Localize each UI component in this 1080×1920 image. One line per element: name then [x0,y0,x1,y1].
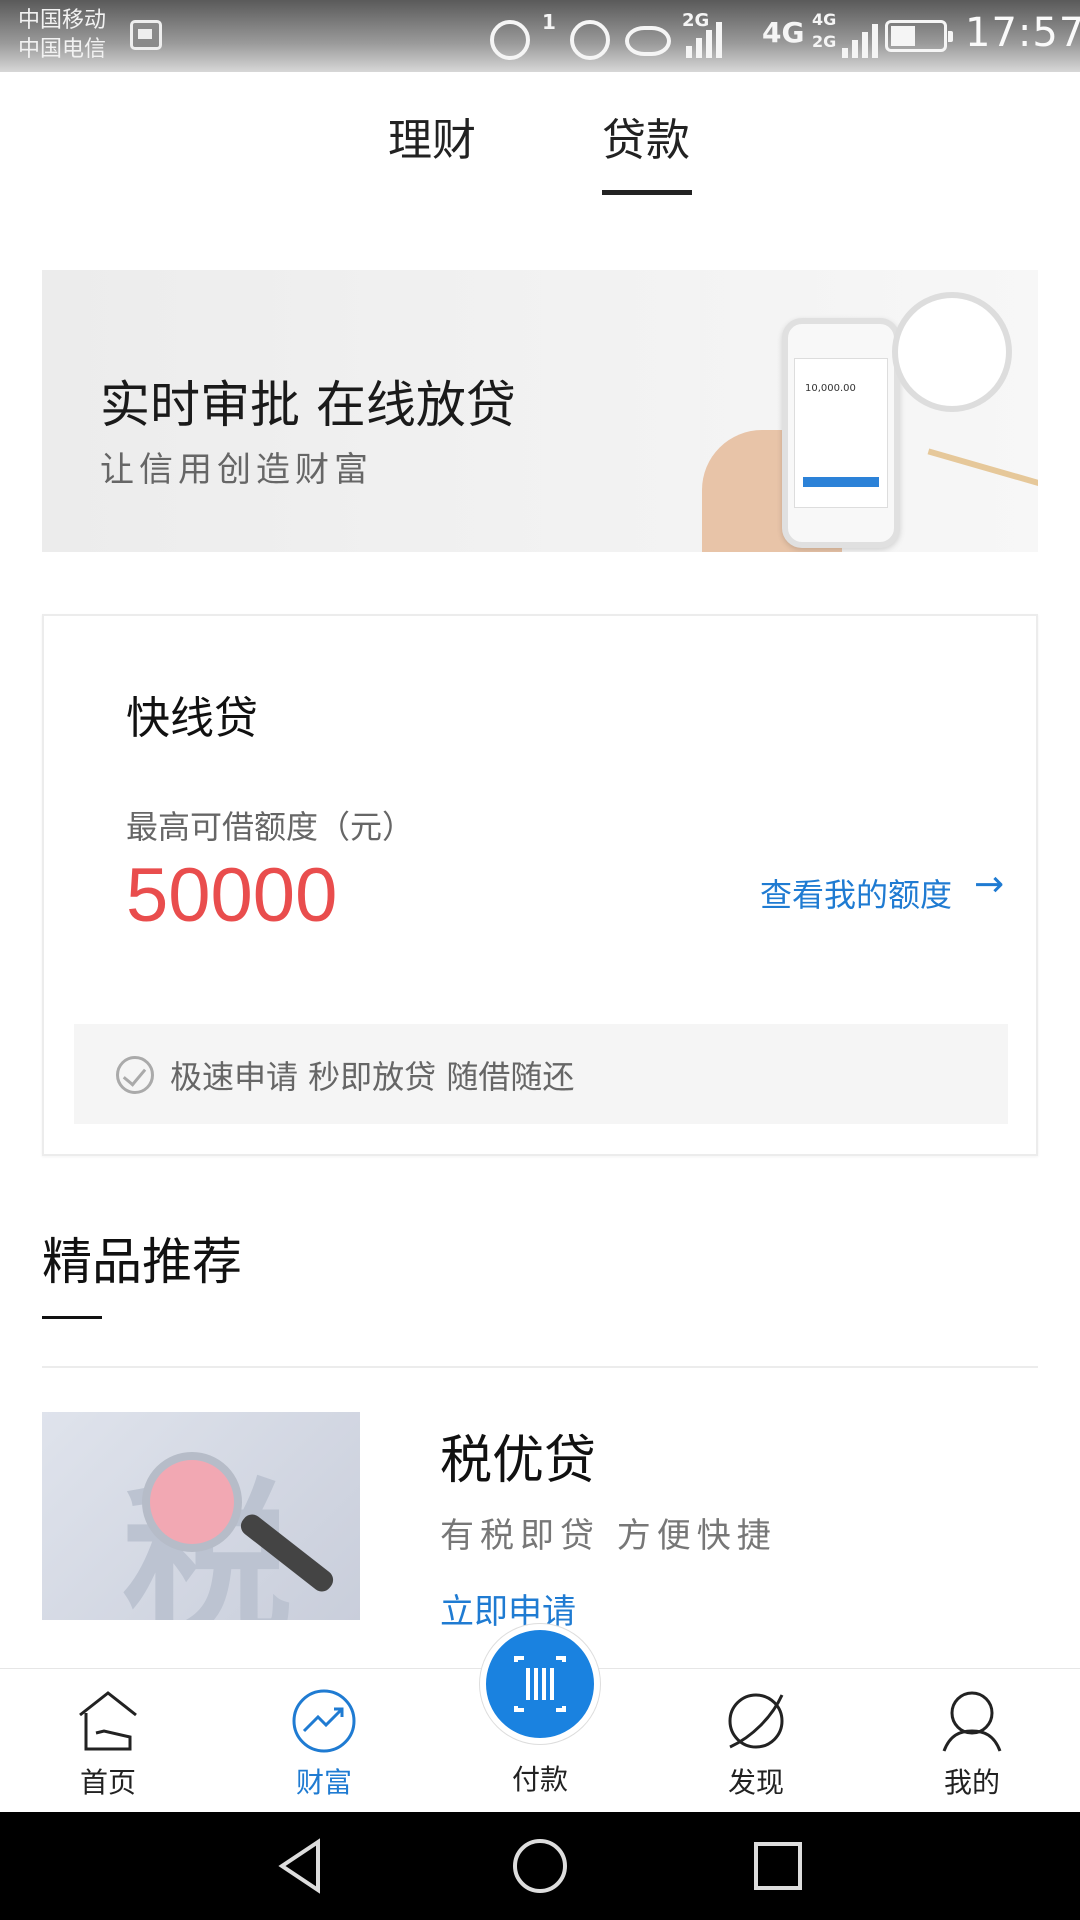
barcode-icon [514,1656,566,1712]
carrier-info: 中国移动 中国电信 [18,6,106,64]
signal-icon-2 [842,24,878,58]
nav-mine-label: 我的 [943,1766,1000,1799]
user-icon [942,1691,1002,1752]
view-my-limit-link[interactable]: 查看我的额度 [760,870,952,916]
home-icon [79,1691,137,1751]
phone-screen: 10,000.00 [794,358,888,508]
nav-discover[interactable]: 发现 [676,1669,836,1813]
magnifier-lens-illustration [142,1452,242,1552]
status-bar: 中国移动 中国电信 1 2G 4G 4G 2G 17:57 [0,0,1080,72]
section-title-underline [42,1316,102,1319]
system-navigation-bar [0,1812,1080,1920]
wealth-icon [292,1689,356,1753]
arrow-right-icon[interactable]: → [974,864,1004,905]
nav-discover-label: 发现 [727,1766,784,1799]
max-amount-label: 最高可借额度（元） [126,808,415,846]
max-amount-value: 50000 [126,853,338,938]
pay-button[interactable] [480,1624,600,1744]
banner-subtitle: 让信用创造财富 [100,450,373,490]
network-2g-small: 2G [812,32,837,51]
network-4g-label: 4G [762,16,805,49]
battery-icon [885,20,953,52]
tab-licai[interactable]: 理财 [388,104,476,168]
signal-icon-1 [686,22,722,58]
network-4g-small: 4G [812,10,837,29]
home-circle-icon[interactable] [510,1836,570,1896]
carrier-1: 中国移动 [18,8,107,33]
loan-product-title: 快线贷 [126,693,258,744]
nav-mine[interactable]: 我的 [892,1669,1052,1813]
check-circle-icon [116,1056,154,1094]
nav-home[interactable]: 首页 [28,1669,188,1813]
product-subtitle: 有税即贷 方便快捷 [440,1516,777,1556]
loan-card[interactable]: 快线贷 最高可借额度（元） 50000 查看我的额度 → 极速申请 秒即放贷 随… [42,614,1038,1156]
banner-title: 实时审批 在线放贷 [100,376,516,434]
active-tab-indicator [602,190,692,195]
back-icon[interactable] [272,1836,332,1896]
top-tabs: 理财 贷款 [0,72,1080,202]
feature-bar: 极速申请 秒即放贷 随借随还 [74,1024,1008,1124]
section-divider [42,1366,1038,1368]
carrier-2: 中国电信 [18,37,107,62]
alarm-icon [570,20,610,60]
nav-pay-label[interactable]: 付款 [460,1758,620,1798]
section-title: 精品推荐 [42,1233,242,1291]
planet-icon [728,1693,784,1749]
promo-banner[interactable]: 实时审批 在线放贷 让信用创造财富 10,000.00 [42,270,1038,552]
link-icon [490,20,530,60]
nav-wealth[interactable]: 财富 [244,1669,404,1813]
recents-square-icon[interactable] [748,1836,808,1896]
phone-illustration: 10,000.00 [782,318,900,548]
nav-wealth-label: 财富 [295,1766,352,1799]
phone-screen-button [803,477,879,487]
status-time: 17:57 [965,10,1080,56]
gallery-notification-icon [130,20,162,50]
product-image[interactable]: 税 [42,1412,360,1620]
status-icons: 1 2G 4G 4G 2G [490,10,940,62]
product-title[interactable]: 税优贷 [440,1418,596,1493]
nav-home-label: 首页 [79,1766,136,1799]
feature-text: 极速申请 秒即放贷 随借随还 [170,1058,575,1096]
phone-screen-amount: 10,000.00 [805,383,856,394]
alarm-clock-illustration [892,292,1012,412]
eye-icon [625,26,671,56]
tab-daikuan[interactable]: 贷款 [602,104,690,168]
pencils-illustration [920,448,1038,522]
notification-count: 1 [542,10,556,34]
